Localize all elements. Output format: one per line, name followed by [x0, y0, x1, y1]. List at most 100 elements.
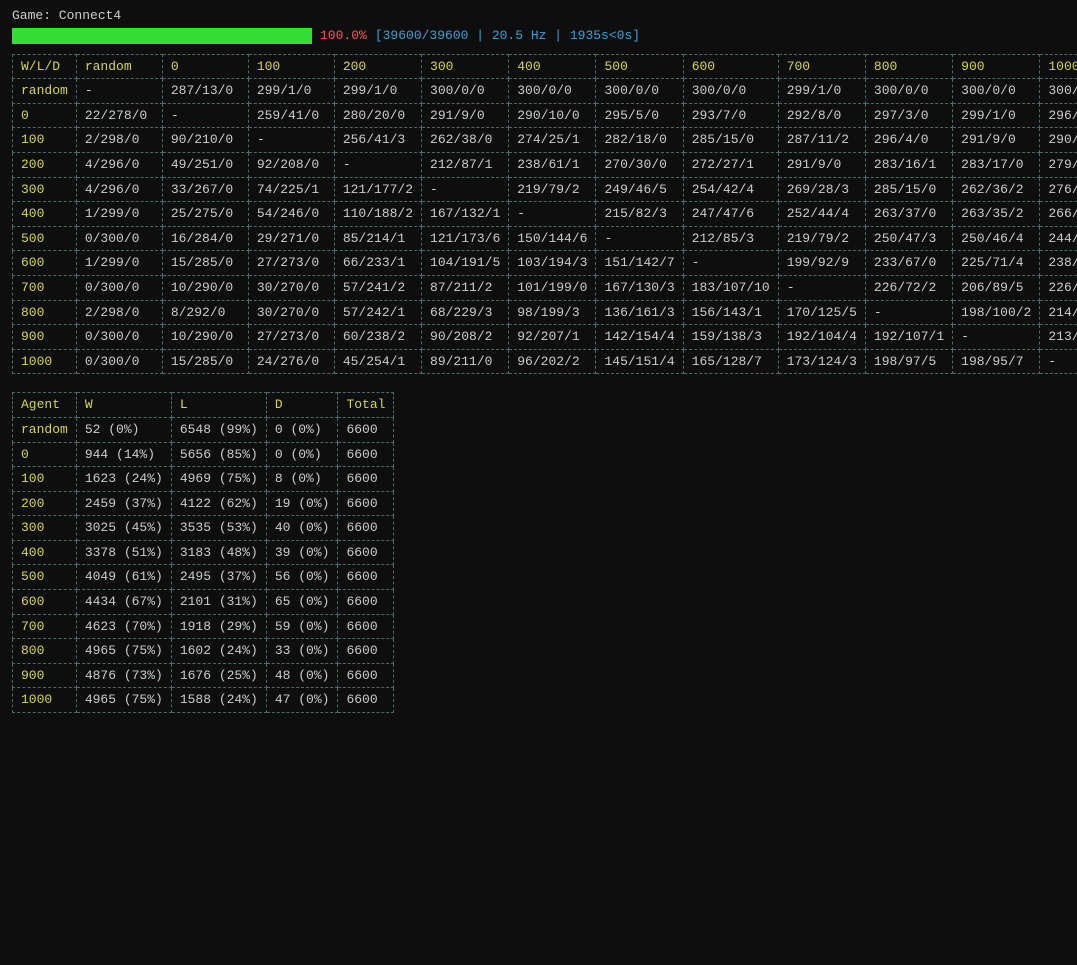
summary-cell: 3183 (48%)	[171, 540, 266, 565]
summary-row-header: 1000	[13, 688, 77, 713]
table-row: 7000/300/010/290/030/270/057/241/287/211…	[13, 275, 1077, 300]
table-row: 1001623 (24%)4969 (75%)8 (0%)6600	[13, 467, 394, 492]
matrix-cell: 2/298/0	[76, 128, 162, 153]
matrix-cell: 215/82/3	[596, 202, 683, 227]
summary-cell: 1676 (25%)	[171, 663, 266, 688]
summary-col-header: L	[171, 393, 266, 418]
summary-row-header: 100	[13, 467, 77, 492]
matrix-cell: 285/15/0	[683, 128, 778, 153]
matrix-cell: 291/9/0	[953, 128, 1040, 153]
matrix-cell: 10/290/0	[162, 275, 248, 300]
matrix-cell: 299/1/0	[248, 79, 334, 104]
matrix-cell: 266/32/2	[1040, 202, 1077, 227]
summary-cell: 2101 (31%)	[171, 590, 266, 615]
progress-percent: 100.0%	[320, 28, 367, 44]
matrix-cell: 219/79/2	[778, 226, 865, 251]
matrix-cell: 2/298/0	[76, 300, 162, 325]
summary-cell: 4623 (70%)	[76, 614, 171, 639]
matrix-cell: 238/61/1	[1040, 251, 1077, 276]
matrix-cell: 145/151/4	[596, 349, 683, 374]
matrix-cell: 299/1/0	[778, 79, 865, 104]
table-row: 8002/298/08/292/030/270/057/242/168/229/…	[13, 300, 1077, 325]
table-row: 5000/300/016/284/029/271/085/214/1121/17…	[13, 226, 1077, 251]
matrix-cell: -	[778, 275, 865, 300]
matrix-col-header: 1000	[1040, 54, 1077, 79]
matrix-row-header: random	[13, 79, 77, 104]
summary-table: AgentWLDTotalrandom52 (0%)6548 (99%)0 (0…	[12, 392, 394, 713]
matrix-cell: 295/5/0	[596, 103, 683, 128]
matrix-cell: 16/284/0	[162, 226, 248, 251]
summary-cell: 6548 (99%)	[171, 417, 266, 442]
summary-cell: 40 (0%)	[266, 516, 338, 541]
matrix-row-header: 1000	[13, 349, 77, 374]
matrix-cell: 66/233/1	[334, 251, 421, 276]
matrix-col-header: 200	[334, 54, 421, 79]
summary-cell: 6600	[338, 540, 394, 565]
matrix-cell: 142/154/4	[596, 325, 683, 350]
summary-cell: 0 (0%)	[266, 442, 338, 467]
matrix-cell: 22/278/0	[76, 103, 162, 128]
matrix-cell: 183/107/10	[683, 275, 778, 300]
table-row: 1002/298/090/210/0-256/41/3262/38/0274/2…	[13, 128, 1077, 153]
matrix-cell: 45/254/1	[334, 349, 421, 374]
table-row: 9004876 (73%)1676 (25%)48 (0%)6600	[13, 663, 394, 688]
matrix-cell: 192/107/1	[865, 325, 952, 350]
matrix-cell: 49/251/0	[162, 152, 248, 177]
matrix-cell: 92/207/1	[509, 325, 596, 350]
summary-row-header: 0	[13, 442, 77, 467]
matrix-cell: 90/208/2	[422, 325, 509, 350]
matrix-cell: 151/142/7	[596, 251, 683, 276]
summary-cell: 3378 (51%)	[76, 540, 171, 565]
matrix-cell: 212/85/3	[683, 226, 778, 251]
matrix-cell: 87/211/2	[422, 275, 509, 300]
table-row: 0944 (14%)5656 (85%)0 (0%)6600	[13, 442, 394, 467]
matrix-cell: 0/300/0	[76, 226, 162, 251]
matrix-cell: 262/36/2	[953, 177, 1040, 202]
table-row: 5004049 (61%)2495 (37%)56 (0%)6600	[13, 565, 394, 590]
matrix-cell: 10/290/0	[162, 325, 248, 350]
matrix-cell: 90/210/0	[162, 128, 248, 153]
matrix-cell: 198/95/7	[953, 349, 1040, 374]
summary-cell: 4969 (75%)	[171, 467, 266, 492]
matrix-cell: 287/11/2	[778, 128, 865, 153]
summary-cell: 6600	[338, 639, 394, 664]
matrix-cell: 283/16/1	[865, 152, 952, 177]
table-row: 4001/299/025/275/054/246/0110/188/2167/1…	[13, 202, 1077, 227]
summary-cell: 1918 (29%)	[171, 614, 266, 639]
summary-cell: 0 (0%)	[266, 417, 338, 442]
matrix-cell: 274/25/1	[509, 128, 596, 153]
matrix-cell: 283/17/0	[953, 152, 1040, 177]
matrix-cell: 300/0/0	[865, 79, 952, 104]
matrix-cell: 110/188/2	[334, 202, 421, 227]
table-row: 3004/296/033/267/074/225/1121/177/2-219/…	[13, 177, 1077, 202]
matrix-cell: -	[953, 325, 1040, 350]
matrix-cell: 98/199/3	[509, 300, 596, 325]
matrix-row-header: 500	[13, 226, 77, 251]
matrix-cell: 300/0/0	[596, 79, 683, 104]
matrix-cell: 167/132/1	[422, 202, 509, 227]
summary-cell: 4965 (75%)	[76, 639, 171, 664]
matrix-row-header: 100	[13, 128, 77, 153]
matrix-cell: 299/1/0	[953, 103, 1040, 128]
summary-cell: 3535 (53%)	[171, 516, 266, 541]
summary-cell: 6600	[338, 614, 394, 639]
table-row: 10004965 (75%)1588 (24%)47 (0%)6600	[13, 688, 394, 713]
matrix-corner: W/L/D	[13, 54, 77, 79]
matrix-cell: 57/242/1	[334, 300, 421, 325]
summary-cell: 5656 (85%)	[171, 442, 266, 467]
summary-row-header: 800	[13, 639, 77, 664]
matrix-cell: 104/191/5	[422, 251, 509, 276]
matrix-cell: -	[76, 79, 162, 104]
matrix-cell: 1/299/0	[76, 202, 162, 227]
matrix-col-header: random	[76, 54, 162, 79]
summary-cell: 6600	[338, 442, 394, 467]
summary-row-header: 200	[13, 491, 77, 516]
matrix-cell: 244/54/2	[1040, 226, 1077, 251]
matrix-cell: 287/13/0	[162, 79, 248, 104]
matrix-cell: 27/273/0	[248, 251, 334, 276]
matrix-cell: -	[865, 300, 952, 325]
table-row: random-287/13/0299/1/0299/1/0300/0/0300/…	[13, 79, 1077, 104]
matrix-cell: 101/199/0	[509, 275, 596, 300]
summary-cell: 2459 (37%)	[76, 491, 171, 516]
matrix-cell: 192/104/4	[778, 325, 865, 350]
